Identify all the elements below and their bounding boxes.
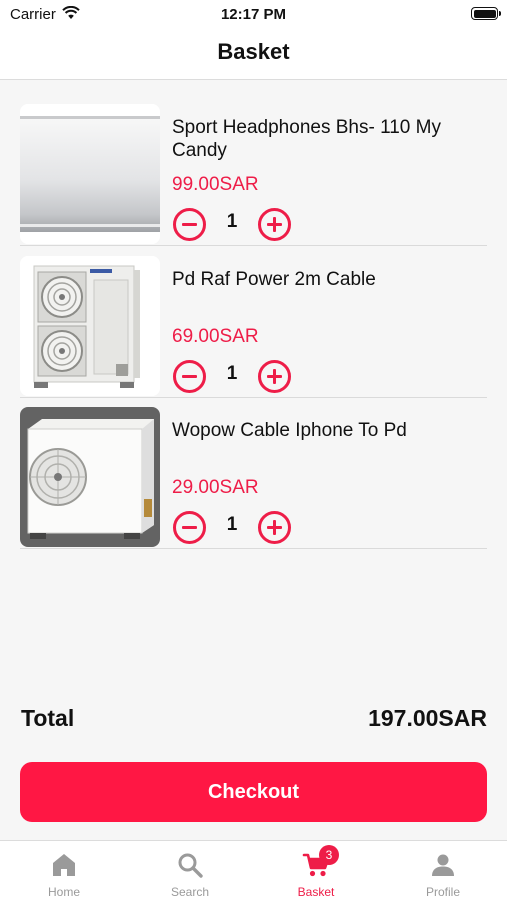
tab-profile[interactable]: Profile (380, 841, 506, 900)
home-icon (53, 854, 75, 876)
tab-search-label: Search (170, 885, 210, 899)
status-time: 12:17 PM (220, 6, 287, 23)
quantity-value: 1 (226, 363, 238, 384)
person-icon (432, 854, 454, 876)
search-icon (178, 853, 203, 878)
air-conditioner-outdoor-unit-icon (20, 407, 160, 547)
increase-quantity-button[interactable] (258, 360, 291, 393)
battery-icon (471, 7, 501, 20)
increase-quantity-button[interactable] (258, 511, 291, 544)
tab-basket-label: Basket (297, 885, 335, 899)
tab-basket[interactable]: 3 Basket (253, 841, 379, 900)
quantity-value: 1 (226, 514, 238, 535)
product-price: 69.00SAR (172, 326, 259, 347)
checkout-button[interactable]: Checkout (20, 762, 487, 822)
total-label: Total (21, 705, 75, 731)
decrease-quantity-button[interactable] (173, 360, 206, 393)
product-price: 99.00SAR (172, 174, 259, 195)
product-name: Sport Headphones Bhs- 110 My Candy (172, 117, 441, 161)
product-name: Wopow Cable Iphone To Pd (172, 420, 407, 441)
tab-bar: Home Search 3 Basket Profile (0, 840, 507, 900)
decrease-quantity-button[interactable] (173, 511, 206, 544)
product-price: 29.00SAR (172, 477, 259, 498)
basket-item: Pd Raf Power 2m Cable 69.00SAR 1 (20, 248, 487, 398)
product-image[interactable] (20, 407, 160, 547)
page-title: Basket (217, 39, 290, 64)
tab-profile-label: Profile (425, 885, 460, 899)
basket-item: Wopow Cable Iphone To Pd 29.00SAR 1 (20, 399, 487, 549)
status-bar: Carrier 12:17 PM (0, 0, 507, 30)
product-image[interactable] (20, 256, 160, 396)
total-value: 197.00SAR (368, 705, 487, 731)
tab-search[interactable]: Search (127, 841, 253, 900)
increase-quantity-button[interactable] (258, 208, 291, 241)
quantity-value: 1 (226, 211, 238, 232)
basket-item: Sport Headphones Bhs- 110 My Candy 99.00… (20, 96, 487, 246)
air-conditioner-indoor-unit-icon (20, 104, 160, 244)
nav-header: Basket (0, 30, 507, 80)
product-name: Pd Raf Power 2m Cable (172, 269, 376, 290)
tab-home[interactable]: Home (1, 841, 127, 900)
tab-home-label: Home (47, 885, 80, 899)
cart-count-badge: 3 (319, 845, 339, 865)
product-image[interactable] (20, 104, 160, 244)
air-conditioner-outdoor-unit-icon (20, 256, 160, 396)
decrease-quantity-button[interactable] (173, 208, 206, 241)
